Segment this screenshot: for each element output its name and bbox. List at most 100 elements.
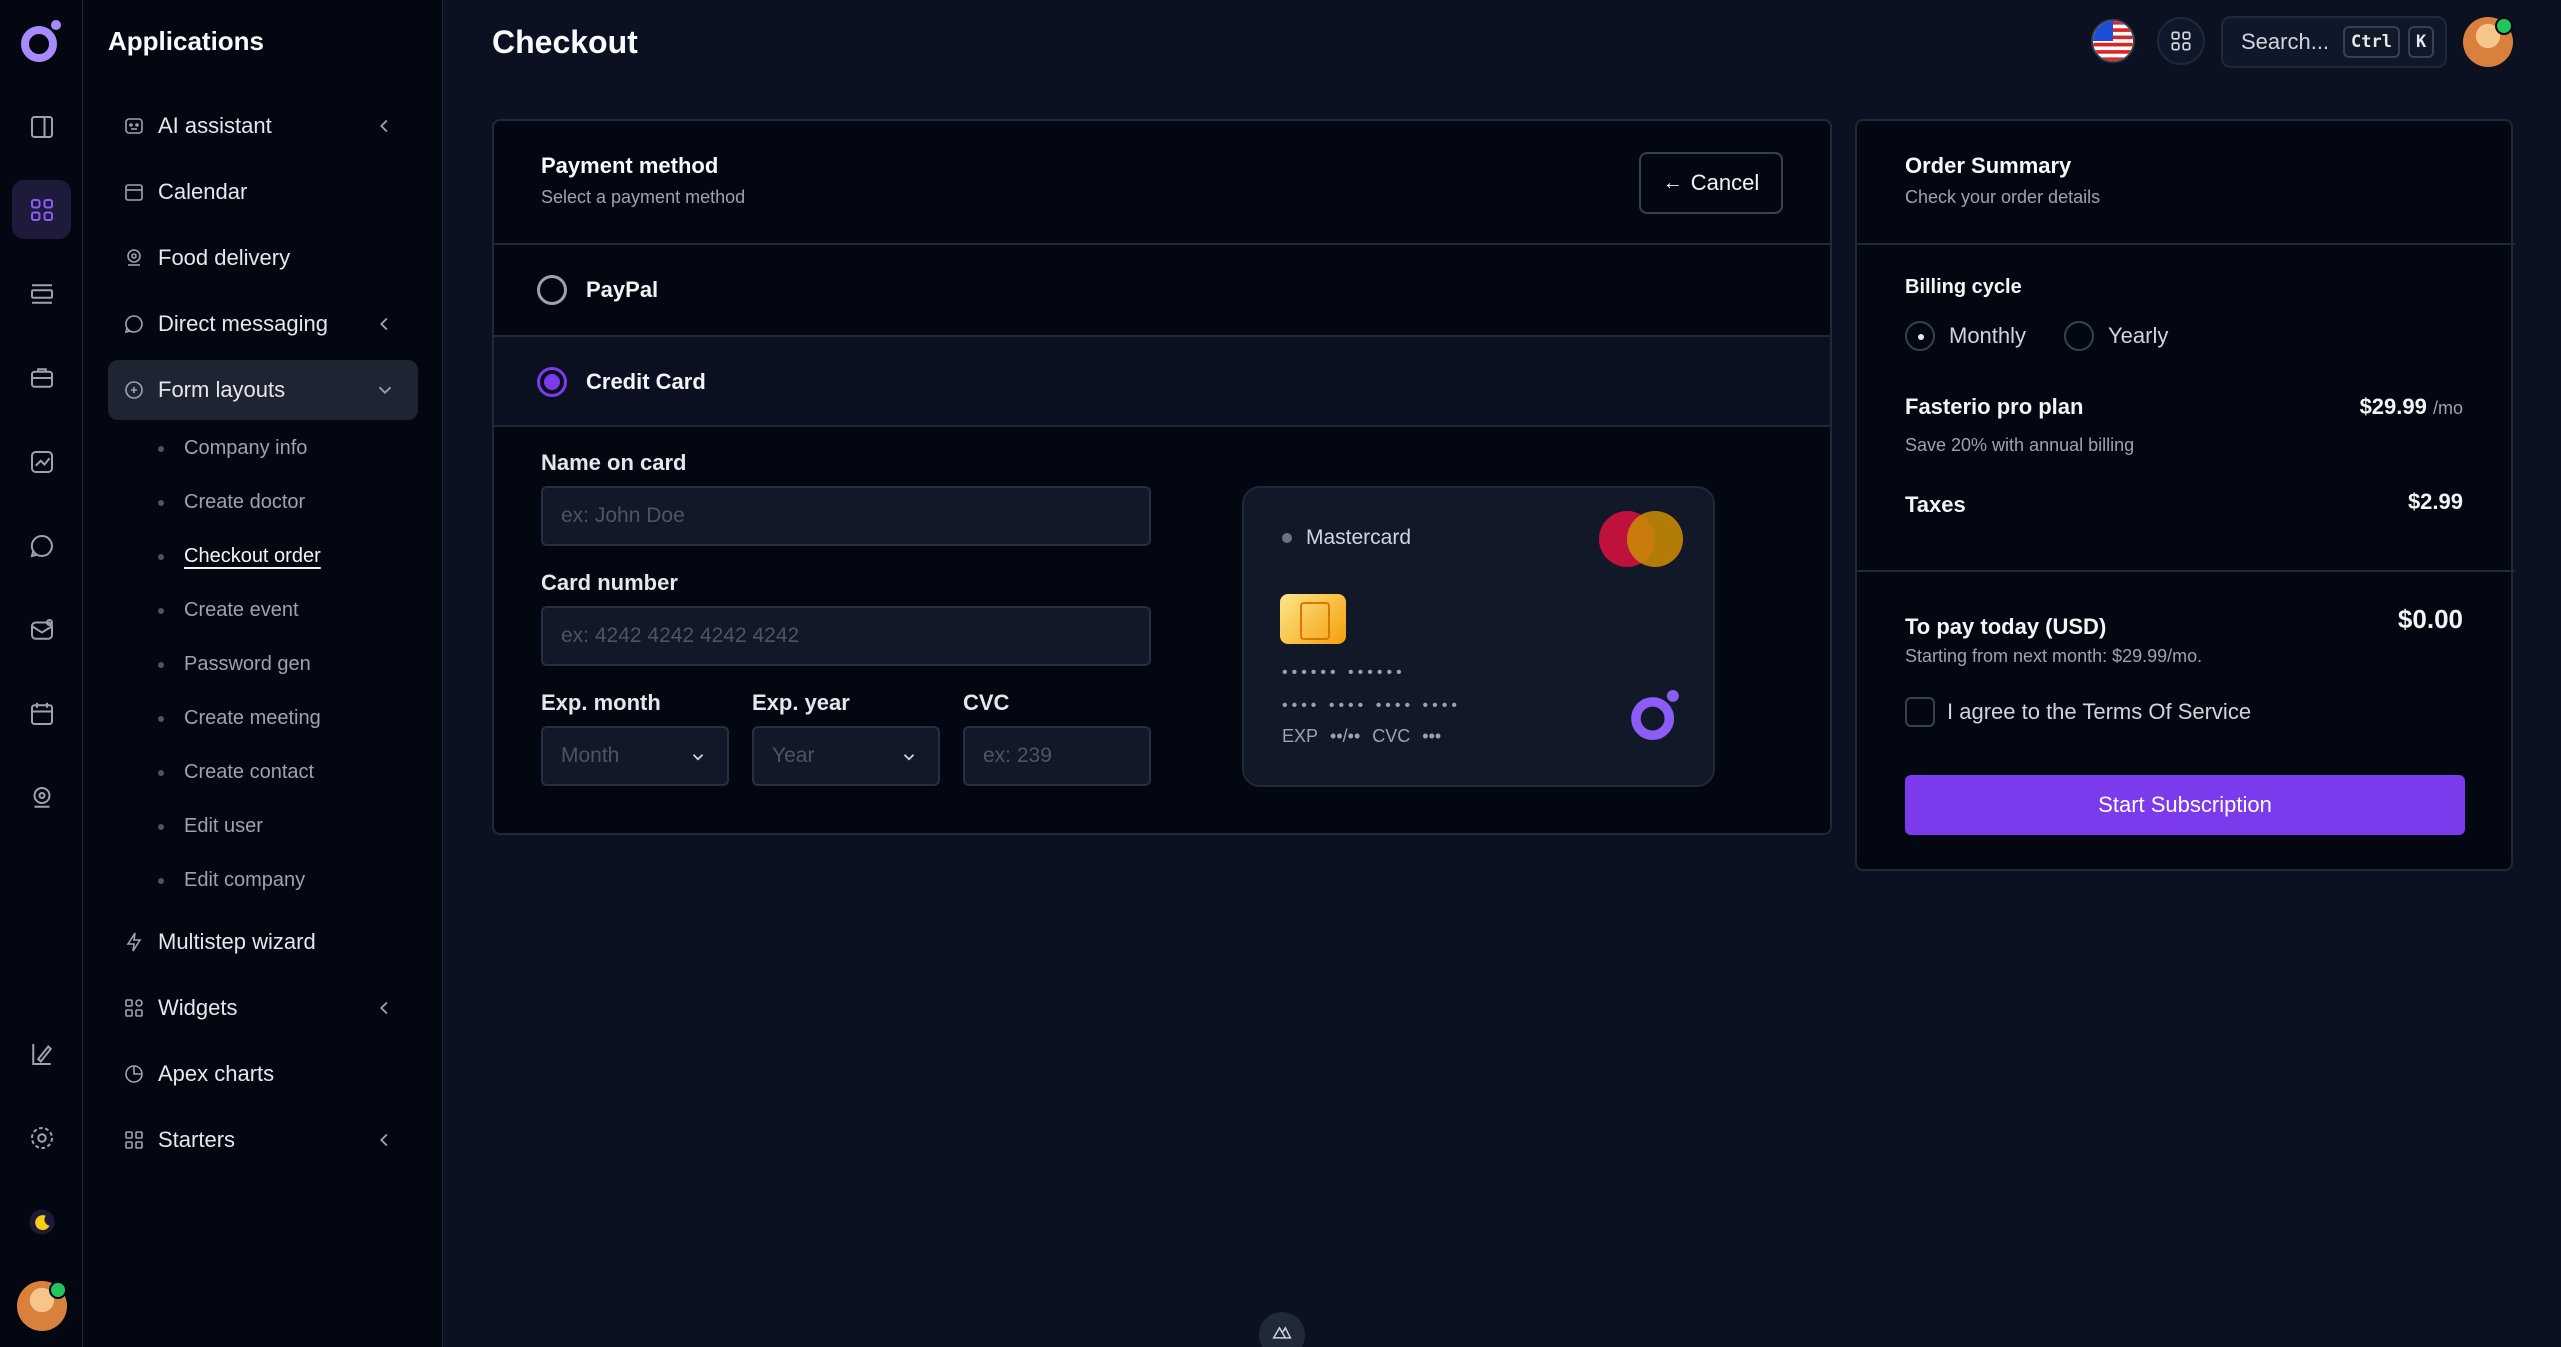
divider (1857, 243, 2515, 245)
layouts-icon[interactable] (12, 264, 71, 323)
sidebar-item-label: Apex charts (158, 1061, 275, 1086)
widgets-icon (122, 996, 146, 1020)
taxes-value: $2.99 (2407, 489, 2463, 514)
cvc-label: CVC (1372, 726, 1411, 746)
analytics-icon[interactable] (12, 432, 71, 491)
settings-gear-icon[interactable] (12, 1108, 71, 1167)
sub-item-label: Create event (184, 599, 299, 621)
sidebar-title: Applications (108, 26, 265, 56)
cvc-input[interactable]: ex: 239 (963, 726, 1151, 786)
sidebar-item-label: Form layouts (158, 377, 286, 402)
sub-item-create-contact[interactable]: Create contact (158, 761, 314, 784)
sub-item-create-event[interactable]: Create event (158, 599, 299, 622)
bullet-icon (158, 823, 164, 830)
exp-month-label: Exp. month (541, 690, 661, 715)
exp-year-select[interactable]: Year (752, 726, 940, 786)
card-number-masked: •••• •••• •••• •••• (1282, 697, 1461, 714)
applications-grid-icon[interactable] (12, 180, 71, 239)
sub-item-label: Edit user (184, 815, 263, 837)
user-avatar[interactable] (17, 1281, 67, 1331)
chevron-left-icon (380, 317, 388, 331)
brush-icon[interactable] (12, 1024, 71, 1083)
sub-item-edit-company[interactable]: Edit company (158, 869, 305, 892)
sub-item-password-gen[interactable]: Password gen (158, 653, 311, 676)
terms-agreement[interactable]: I agree to the Terms Of Service (1905, 697, 2251, 727)
sub-item-label: Company info (184, 437, 308, 459)
sub-item-create-doctor[interactable]: Create doctor (158, 491, 305, 514)
chevron-down-icon (378, 386, 392, 395)
name-on-card-input[interactable]: ex: John Doe (541, 486, 1151, 546)
terms-label: I agree to the Terms Of Service (1947, 699, 2252, 724)
app-logo-icon[interactable] (15, 15, 67, 67)
sub-item-create-meeting[interactable]: Create meeting (158, 707, 321, 730)
card-number-input[interactable]: ex: 4242 4242 4242 4242 (541, 606, 1151, 666)
search-label: Search... (2241, 29, 2330, 54)
robot-icon (122, 114, 146, 138)
method-credit-card[interactable]: Credit Card (494, 337, 1830, 427)
cvc-label: CVC (963, 690, 1010, 715)
start-subscription-button[interactable]: Start Subscription (1905, 775, 2465, 835)
app-logo-icon (1631, 689, 1679, 741)
message-icon (122, 312, 146, 336)
bullet-icon (158, 499, 164, 506)
billing-monthly-option[interactable]: Monthly (1905, 321, 2026, 351)
credit-card-radio[interactable] (537, 367, 567, 397)
summary-subtitle: Check your order details (1905, 187, 2101, 207)
plan-note: Save 20% with annual billing (1905, 435, 2135, 455)
map-pin-icon[interactable] (12, 768, 71, 827)
bullet-icon (158, 769, 164, 776)
method-paypal[interactable]: PayPal (494, 245, 1830, 335)
divider (1857, 570, 2515, 572)
paypal-radio[interactable] (537, 275, 567, 305)
sidebar-item-direct-messaging[interactable]: Direct messaging (108, 294, 418, 354)
bullet-icon (158, 715, 164, 722)
sidebar-item-multistep-wizard[interactable]: Multistep wizard (108, 912, 418, 972)
search-button[interactable]: Search... Ctrl K (2221, 16, 2447, 68)
yearly-label: Yearly (2108, 323, 2169, 348)
bullet-icon (158, 553, 164, 560)
monthly-label: Monthly (1949, 323, 2027, 348)
location-icon (122, 246, 146, 270)
cancel-button[interactable]: ← Cancel (1639, 152, 1783, 214)
inbox-icon[interactable] (12, 600, 71, 659)
terms-checkbox[interactable] (1905, 697, 1935, 727)
to-pay-today-label: To pay today (USD) (1905, 614, 2107, 639)
monthly-radio[interactable] (1905, 321, 1935, 351)
sidebar-item-calendar[interactable]: Calendar (108, 162, 418, 222)
header-user-avatar[interactable] (2463, 17, 2513, 67)
arrow-left-icon: ← (1662, 171, 1683, 194)
sidebar-item-label: Multistep wizard (158, 929, 316, 954)
sidebar-item-label: Starters (158, 1127, 236, 1152)
sub-item-edit-user[interactable]: Edit user (158, 815, 263, 838)
briefcase-icon[interactable] (12, 348, 71, 407)
sidebar-item-form-layouts[interactable]: Form layouts (108, 360, 418, 420)
sub-item-checkout-order[interactable]: Checkout order (158, 545, 321, 568)
calendar-icon[interactable] (12, 684, 71, 743)
calendar-icon (122, 180, 146, 204)
sidebar-item-starters[interactable]: Starters (108, 1110, 418, 1170)
us-flag-language-icon[interactable] (2091, 19, 2135, 63)
apps-menu-button[interactable] (2157, 17, 2205, 65)
sidebar-item-apex-charts[interactable]: Apex charts (108, 1044, 418, 1104)
sidebar-toggle-icon[interactable] (12, 97, 71, 156)
chat-icon[interactable] (12, 516, 71, 575)
yearly-radio[interactable] (2064, 321, 2094, 351)
dark-mode-moon-icon[interactable] (12, 1192, 71, 1251)
plan-price-value: $29.99 (2359, 394, 2427, 419)
card-number-label: Card number (541, 570, 678, 595)
payment-title: Payment method (541, 153, 719, 178)
sidebar-item-food-delivery[interactable]: Food delivery (108, 228, 418, 288)
order-summary-card: Order Summary Check your order details B… (1855, 119, 2515, 871)
method-label: PayPal (586, 277, 659, 302)
exp-value: ••/•• (1330, 726, 1361, 746)
status-dot-icon (1282, 533, 1292, 543)
billing-yearly-option[interactable]: Yearly (2064, 321, 2168, 351)
sidebar-item-widgets[interactable]: Widgets (108, 978, 418, 1038)
exp-month-select[interactable]: Month (541, 726, 729, 786)
nuxt-devtools-icon[interactable] (1259, 1312, 1305, 1347)
grid-icon (122, 1128, 146, 1152)
sub-item-company-info[interactable]: Company info (158, 437, 307, 460)
sidebar-item-label: Food delivery (158, 245, 291, 270)
credit-card-preview: Mastercard •••••• •••••• •••• •••• •••• … (1242, 486, 1715, 787)
sidebar-item-ai-assistant[interactable]: AI assistant (108, 96, 418, 156)
